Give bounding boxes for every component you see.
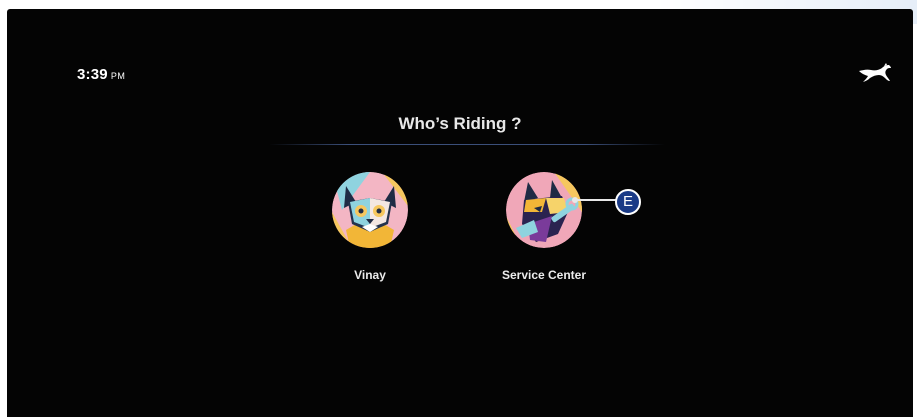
page-title: Who’s Riding ? xyxy=(398,114,522,133)
profile-name: Vinay xyxy=(354,268,386,282)
clock-ampm: PM xyxy=(110,71,126,81)
infotainment-screen: 3:39 PM Who’s Riding ? Vinay Service Cen… xyxy=(7,9,913,417)
clock-time: 3:39 xyxy=(77,66,108,83)
callout-badge: E xyxy=(615,189,641,215)
status-clock: 3:39 PM xyxy=(77,66,125,83)
profile-name: Service Center xyxy=(501,268,587,282)
callout-leader-dot xyxy=(572,197,578,203)
title-divider xyxy=(269,144,665,145)
fox-mechanic-avatar-icon xyxy=(506,172,582,248)
horse-icon xyxy=(859,63,891,82)
profile-service-center[interactable]: Service Center xyxy=(502,172,586,282)
cat-avatar-icon xyxy=(332,172,408,248)
avatar xyxy=(332,172,408,248)
callout-leader-line xyxy=(576,199,619,201)
avatar xyxy=(506,172,582,248)
profile-vinay[interactable]: Vinay xyxy=(332,172,408,282)
